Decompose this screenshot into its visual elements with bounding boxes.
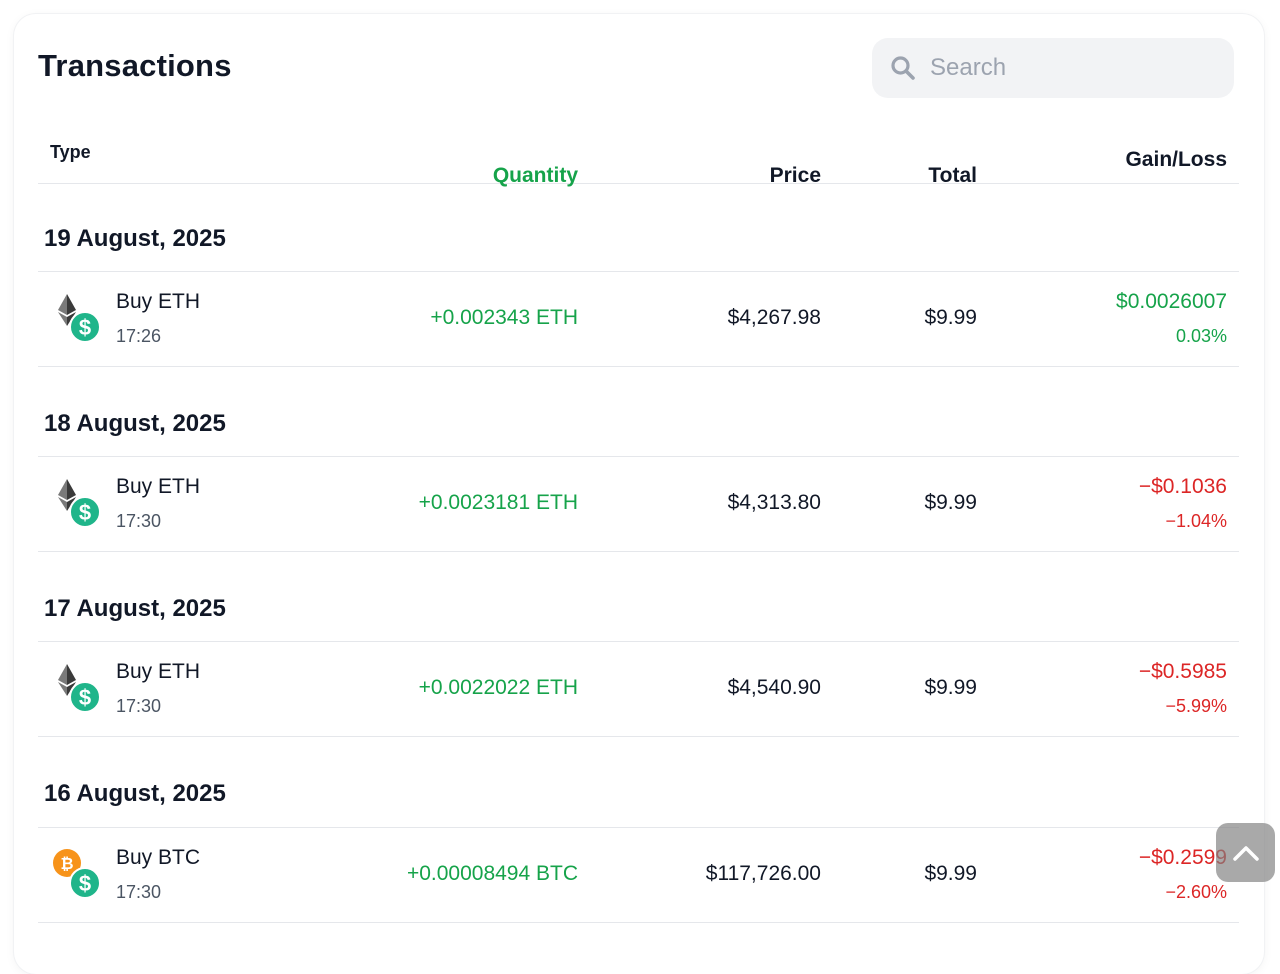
dollar-badge-icon — [69, 496, 101, 528]
search-icon — [891, 56, 915, 80]
transaction-total: $9.99 — [924, 306, 977, 329]
dollar-badge-icon — [69, 681, 101, 713]
chevron-up-icon — [1232, 845, 1259, 861]
transaction-time: 17:26 — [116, 326, 162, 346]
gain-loss-percent: −5.99% — [1165, 696, 1227, 716]
transaction-quantity: +0.0023181 ETH — [418, 491, 578, 514]
gain-loss-percent: −2.60% — [1165, 882, 1227, 902]
page-title: Transactions — [38, 48, 232, 83]
transaction-time: 17:30 — [116, 511, 162, 531]
table-header: Type Quantity Price Total Gain/Loss — [38, 130, 1239, 187]
transaction-time: 17:30 — [116, 696, 162, 716]
table-row[interactable]: Buy ETH 17:30 +0.0023181 ETH $4,313.80 $… — [38, 456, 1239, 552]
scroll-to-top-button[interactable] — [1216, 823, 1275, 882]
gain-loss-percent: −1.04% — [1165, 511, 1227, 531]
transaction-total: $9.99 — [924, 676, 977, 699]
transaction-price: $117,726.00 — [705, 862, 821, 885]
buy-eth-coin-icon — [58, 294, 101, 343]
transaction-quantity: +0.00008494 BTC — [406, 862, 578, 885]
buy-eth-coin-icon — [58, 664, 101, 713]
dollar-badge-icon — [69, 311, 101, 343]
transaction-type: Buy ETH — [116, 660, 201, 683]
transaction-total: $9.99 — [924, 862, 977, 885]
gain-loss-percent: 0.03% — [1175, 326, 1227, 346]
column-header-gain-loss[interactable]: Gain/Loss — [1125, 148, 1227, 172]
dollar-badge-icon — [69, 867, 101, 899]
date-group-header: 17 August, 2025 — [44, 595, 226, 622]
date-group-header: 19 August, 2025 — [44, 225, 226, 252]
gain-loss-amount: −$0.5985 — [1138, 660, 1227, 683]
search-input[interactable] — [928, 53, 1222, 83]
search-box[interactable] — [872, 38, 1234, 98]
transaction-time: 17:30 — [116, 882, 162, 902]
buy-eth-coin-icon — [58, 479, 101, 528]
transaction-price: $4,540.90 — [727, 676, 821, 699]
table-row[interactable]: Buy ETH 17:26 +0.002343 ETH $4,267.98 $9… — [38, 271, 1239, 367]
date-group-header: 16 August, 2025 — [44, 780, 226, 807]
transaction-type: Buy BTC — [116, 846, 201, 869]
transaction-price: $4,267.98 — [727, 306, 821, 329]
gain-loss-amount: $0.0026007 — [1116, 290, 1227, 313]
column-header-price[interactable]: Price — [770, 164, 821, 188]
table-row[interactable]: Buy BTC 17:30 +0.00008494 BTC $117,726.0… — [38, 827, 1239, 923]
transaction-type: Buy ETH — [116, 290, 201, 313]
transaction-price: $4,313.80 — [727, 491, 821, 514]
buy-btc-coin-icon — [53, 849, 101, 899]
gain-loss-amount: −$0.2599 — [1138, 846, 1227, 869]
transaction-type: Buy ETH — [116, 475, 201, 498]
transaction-quantity: +0.002343 ETH — [430, 306, 578, 329]
column-header-total[interactable]: Total — [928, 164, 977, 188]
column-header-type[interactable]: Type — [50, 142, 91, 163]
transaction-total: $9.99 — [924, 491, 977, 514]
column-header-quantity[interactable]: Quantity — [493, 164, 578, 188]
gain-loss-amount: −$0.1036 — [1138, 475, 1227, 498]
table-row[interactable]: Buy ETH 17:30 +0.0022022 ETH $4,540.90 $… — [38, 641, 1239, 737]
transaction-quantity: +0.0022022 ETH — [418, 676, 578, 699]
date-group-header: 18 August, 2025 — [44, 410, 226, 437]
